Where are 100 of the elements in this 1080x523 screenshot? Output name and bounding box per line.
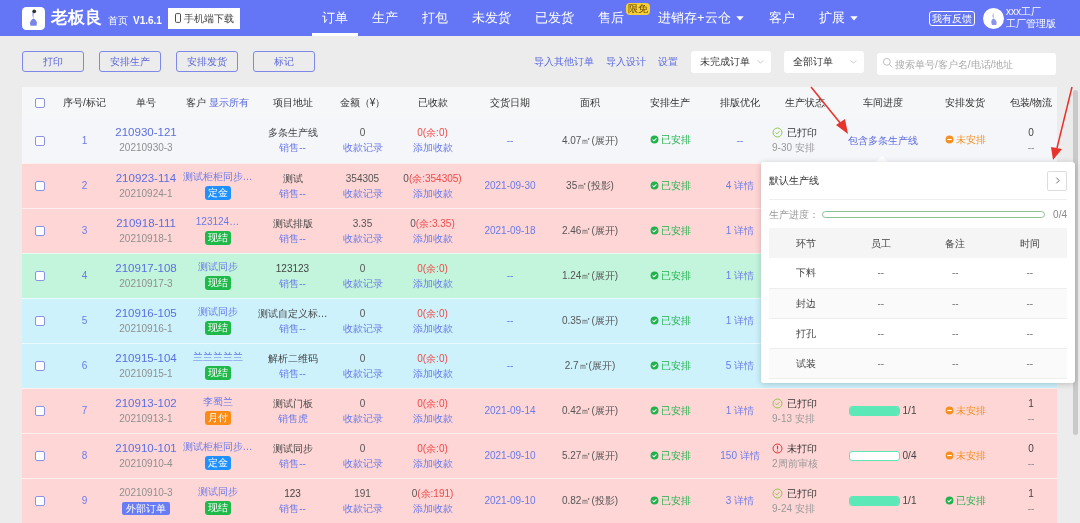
add-payment-link[interactable]: 添加收款 — [412, 367, 453, 379]
payment-badge: 月付 — [204, 411, 231, 425]
show-all-link[interactable]: 显示所有 — [209, 97, 249, 108]
add-payment-link[interactable]: 添加收款 — [412, 412, 453, 424]
toolbar-link[interactable]: 设置 — [658, 54, 678, 69]
add-payment-link[interactable]: 添加收款 — [412, 277, 453, 289]
salesperson-link[interactable]: 销售-- — [279, 232, 306, 244]
checkbox[interactable] — [34, 451, 45, 462]
checkbox[interactable] — [34, 406, 45, 417]
salesperson-link[interactable]: 销售-- — [279, 502, 306, 514]
toolbar-link[interactable]: 导入其他订单 — [534, 54, 594, 69]
status-note: 9-30 安排 — [772, 142, 815, 154]
table-row[interactable]: 7 210913-102 20210913-1 李蜀兰 月付 测试门板 销售虎 0 收款记录 0(余:0) 添加收款 2021-09-14 0.42㎡(展开) 已安排 1 详情 已打印 9-13 安排 1/1 未安排 1 -- — [22, 388, 1057, 433]
checkbox[interactable] — [34, 316, 45, 327]
nav-tab[interactable]: 进销存+云仓 — [647, 0, 755, 36]
order-number-link[interactable]: 210918-111 — [116, 217, 176, 229]
search-field[interactable]: 搜索单号/客户名/电话/地址 — [877, 53, 1056, 75]
add-payment-link[interactable]: 添加收款 — [412, 232, 453, 244]
home-link[interactable]: 首页 — [108, 13, 128, 28]
toolbar-button[interactable]: 打印 — [22, 51, 84, 72]
checkbox[interactable] — [34, 361, 45, 372]
feedback-button[interactable]: 我有反馈 — [929, 10, 975, 26]
filter-select[interactable]: 未完成订单 — [691, 50, 771, 73]
salesperson-link[interactable]: 销售-- — [279, 142, 306, 154]
toolbar-button[interactable]: 标记 — [253, 51, 315, 72]
check-circle-icon — [772, 127, 783, 139]
customer-link[interactable]: 兰兰兰兰兰 — [192, 351, 243, 362]
customer-link[interactable]: 李蜀兰 — [202, 396, 233, 407]
nav-tab[interactable]: 打包 — [411, 0, 458, 36]
salesperson-link[interactable]: 销售-- — [279, 457, 306, 469]
checkbox[interactable] — [34, 496, 45, 507]
layout-details-link[interactable]: 1 详情 — [725, 405, 755, 416]
order-number-link[interactable]: 210916-105 — [115, 307, 177, 319]
customer-link[interactable]: 测试柜柜同步… — [182, 441, 253, 452]
checkbox[interactable] — [34, 271, 45, 282]
stage-name: 打孔 — [796, 327, 817, 339]
layout-details-link[interactable]: -- — [736, 134, 744, 146]
add-payment-link[interactable]: 添加收款 — [412, 187, 453, 199]
add-payment-link[interactable]: 添加收款 — [412, 322, 453, 334]
payment-records-link[interactable]: 收款记录 — [342, 187, 383, 199]
layout-details-link[interactable]: 5 详情 — [725, 360, 755, 371]
order-number-link[interactable]: 210930-121 — [115, 127, 177, 139]
order-number-link[interactable]: 210915-104 — [115, 352, 177, 364]
checkbox[interactable] — [34, 226, 45, 237]
next-button[interactable] — [1047, 170, 1067, 191]
checkbox[interactable] — [34, 181, 45, 192]
add-payment-link[interactable]: 添加收款 — [412, 502, 453, 514]
payment-records-link[interactable]: 收款记录 — [342, 142, 383, 154]
filter-select[interactable]: 全部订单 — [784, 50, 864, 73]
customer-link[interactable]: 测试同步 — [197, 261, 238, 272]
area-value: 0.42㎡(展开) — [561, 405, 619, 416]
avatar-icon[interactable] — [983, 7, 1004, 29]
payment-records-link[interactable]: 收款记录 — [342, 367, 383, 379]
order-number-link[interactable]: 210913-102 — [115, 397, 177, 409]
row-number: 7 — [81, 405, 88, 416]
add-payment-link[interactable]: 添加收款 — [412, 142, 453, 154]
download-button[interactable]: 手机端下载 — [167, 7, 240, 29]
nav-tab[interactable]: 客户 — [758, 0, 805, 36]
customer-link[interactable]: 测试同步 — [197, 306, 238, 317]
layout-details-link[interactable]: 1 详情 — [725, 315, 755, 326]
salesperson-link[interactable]: 销售-- — [279, 322, 306, 334]
payment-records-link[interactable]: 收款记录 — [342, 502, 383, 514]
nav-tab[interactable]: 已发货 — [524, 0, 584, 36]
payment-records-link[interactable]: 收款记录 — [342, 232, 383, 244]
customer-link[interactable]: 测试同步 — [197, 486, 238, 497]
layout-details-link[interactable]: 1 详情 — [725, 225, 755, 236]
table-row[interactable]: 1 210930-121 20210930-3 多条生产线 销售-- 0 收款记录 0(余:0) 添加收款 -- 4.07㎡(展开) 已安排 -- 已打印 9-30 安排 包含多条生产线 未安排 0 -- — [22, 118, 1057, 163]
checkbox[interactable] — [34, 136, 45, 147]
checkbox[interactable] — [34, 98, 45, 109]
payment-records-link[interactable]: 收款记录 — [342, 322, 383, 334]
salesperson-link[interactable]: 销售-- — [279, 187, 306, 199]
layout-details-link[interactable]: 3 详情 — [725, 495, 755, 506]
add-payment-link[interactable]: 添加收款 — [412, 457, 453, 469]
order-number-link[interactable]: 210923-114 — [115, 172, 177, 184]
payment-records-link[interactable]: 收款记录 — [342, 457, 383, 469]
table-row[interactable]: 8 210910-101 20210910-4 测试柜柜同步… 定金 测试同步 销售-- 0 收款记录 0(余:0) 添加收款 2021-09-10 5.27㎡(展开) 已安排 150 详情 未打印 2周前审核 0/4 未安排 0 -- — [22, 433, 1057, 478]
layout-details-link[interactable]: 1 详情 — [725, 270, 755, 281]
order-number-link[interactable]: 210917-108 — [115, 262, 177, 274]
layout-details-link[interactable]: 4 详情 — [725, 180, 755, 191]
toolbar-link[interactable]: 导入设计 — [606, 54, 646, 69]
salesperson-link[interactable]: 销售-- — [279, 367, 306, 379]
nav-tab[interactable]: 订单 — [311, 0, 358, 36]
project-address: 测试排版 — [272, 217, 313, 229]
customer-link[interactable]: 123124… — [195, 216, 240, 227]
caret-icon — [734, 13, 745, 23]
table-row[interactable]: 9 20210910-3 外部订单 测试同步 现结 123 销售-- 191 收款记录 0(余:191) 添加收款 2021-09-10 0.82㎡(投影) 已安排 3 详情 已打印 9-24 安排 1/1 已安排 1 -- — [22, 478, 1057, 523]
customer-link[interactable]: 测试柜柜同步… — [182, 171, 253, 182]
layout-details-link[interactable]: 150 详情 — [720, 450, 760, 461]
salesperson-link[interactable]: 销售-- — [279, 277, 306, 289]
nav-tab[interactable]: 未发货 — [461, 0, 521, 36]
payment-records-link[interactable]: 收款记录 — [342, 412, 383, 424]
payment-records-link[interactable]: 收款记录 — [342, 277, 383, 289]
nav-tab[interactable]: 生产 — [361, 0, 408, 36]
salesperson-link[interactable]: 销售虎 — [277, 412, 308, 424]
toolbar-button[interactable]: 安排生产 — [99, 51, 161, 72]
order-number-link[interactable]: 210910-101 — [115, 442, 177, 454]
toolbar-button[interactable]: 安排发货 — [176, 51, 238, 72]
nav-tab[interactable]: 售后 — [587, 0, 625, 36]
production-lines-link[interactable]: 包含多条生产线 — [847, 134, 918, 146]
nav-tab[interactable]: 扩展 — [808, 0, 869, 36]
